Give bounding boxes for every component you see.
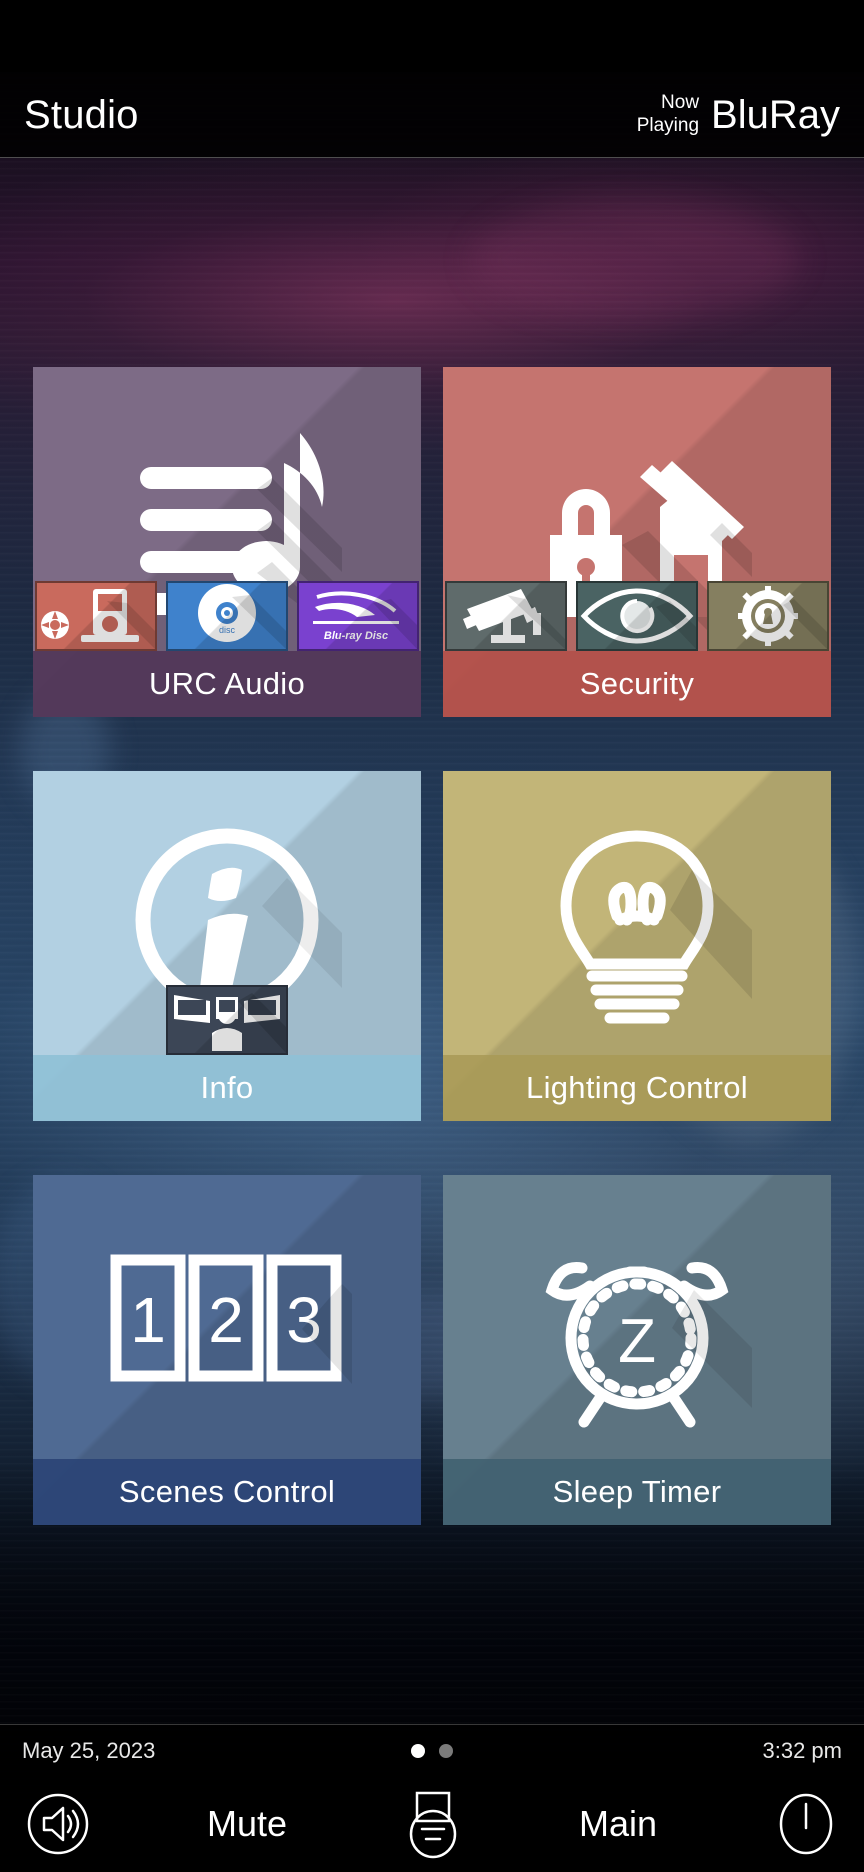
page-indicator[interactable] <box>411 1744 453 1758</box>
svg-text:Z: Z <box>618 1307 656 1376</box>
now-playing-line1: Now <box>661 92 700 114</box>
tile-label-sleep-timer: Sleep Timer <box>443 1459 831 1525</box>
status-time: 3:32 pm <box>762 1738 843 1763</box>
tile-urc-audio[interactable]: disc Blu-ray Disc URC Audio <box>33 367 421 717</box>
page-dot-2[interactable] <box>439 1744 453 1758</box>
now-playing-source: BluRay <box>711 92 840 137</box>
svg-text:1: 1 <box>130 1284 166 1356</box>
subicon-ipod-dock[interactable] <box>35 581 157 651</box>
subicon-row-security <box>443 579 831 651</box>
subicon-conference-room[interactable] <box>166 985 288 1055</box>
subicon-cctv-camera[interactable] <box>445 581 567 651</box>
header-bar: Studio Now Playing BluRay <box>0 72 864 158</box>
page-title: Studio <box>24 92 139 137</box>
subicon-bluray-disc[interactable]: Blu-ray Disc <box>297 581 419 651</box>
speaker-volume-icon[interactable] <box>26 1792 90 1856</box>
subicon-surveillance-eye[interactable] <box>576 581 698 651</box>
subicon-lock-settings[interactable] <box>707 581 829 651</box>
page-dot-1[interactable] <box>411 1744 425 1758</box>
svg-text:2: 2 <box>208 1284 244 1356</box>
status-date: May 25, 2023 <box>22 1738 156 1763</box>
tile-label-security: Security <box>443 651 831 717</box>
control-row: Mute Main <box>0 1777 864 1871</box>
tile-label-info: Info <box>33 1055 421 1121</box>
tile-grid: disc Blu-ray Disc URC Audio Security Inf… <box>33 367 831 1525</box>
scenes-123-icon: 1 2 3 <box>102 1224 352 1434</box>
subicon-compact-disc[interactable]: disc <box>166 581 288 651</box>
svg-text:disc: disc <box>219 625 236 635</box>
power-icon[interactable] <box>774 1792 838 1856</box>
bottom-bar: May 25, 2023 3:32 pm Mute Main <box>0 1724 864 1872</box>
tile-info[interactable]: Info <box>33 771 421 1121</box>
tile-lighting-control[interactable]: Lighting Control <box>443 771 831 1121</box>
mute-button[interactable]: Mute <box>207 1803 287 1845</box>
room-selector-button[interactable]: Main <box>579 1803 657 1845</box>
subicon-row-urc-audio: disc Blu-ray Disc <box>33 579 421 651</box>
now-playing-label: Now Playing <box>637 92 699 137</box>
alarm-clock-sleep-icon: Z <box>522 1228 752 1438</box>
now-playing-area[interactable]: Now Playing BluRay <box>637 92 840 137</box>
tile-scenes-control[interactable]: 1 2 3 Scenes Control <box>33 1175 421 1525</box>
tile-label-scenes-control: Scenes Control <box>33 1459 421 1525</box>
app-root: Studio Now Playing BluRay disc Blu-ray D… <box>0 0 864 1872</box>
tile-sleep-timer[interactable]: Z Sleep Timer <box>443 1175 831 1525</box>
tile-label-urc-audio: URC Audio <box>33 651 421 717</box>
now-playing-line2: Playing <box>636 114 700 136</box>
svg-text:Blu-ray Disc: Blu-ray Disc <box>324 630 388 642</box>
remote-device-icon[interactable] <box>404 1789 462 1859</box>
light-bulb-icon <box>522 824 752 1034</box>
status-strip <box>0 0 864 72</box>
tile-security[interactable]: Security <box>443 367 831 717</box>
tile-label-lighting-control: Lighting Control <box>443 1055 831 1121</box>
status-row: May 25, 2023 3:32 pm <box>0 1725 864 1777</box>
